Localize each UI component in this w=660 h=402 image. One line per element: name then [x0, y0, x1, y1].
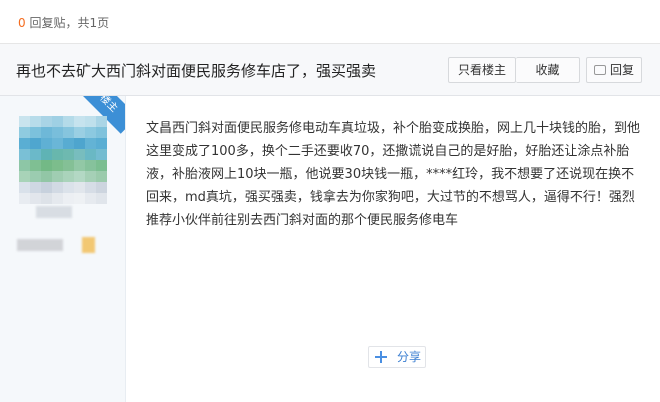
avatar-pixel — [85, 116, 96, 127]
page-suffix: 页 — [97, 16, 110, 30]
avatar-pixel — [63, 182, 74, 193]
avatar-pixel — [52, 171, 63, 182]
avatar-pixel — [74, 171, 85, 182]
thread-pager-bar: 0 回复贴，共1页 — [0, 0, 660, 44]
avatar-pixel — [19, 171, 30, 182]
avatar-pixel — [63, 149, 74, 160]
reply-button[interactable]: 回复 — [586, 57, 642, 83]
avatar-pixel — [85, 171, 96, 182]
post-content: 文昌西门斜对面便民服务修电动车真垃圾，补个胎变成换胎，网上几十块钱的胎，到他这里… — [146, 121, 641, 228]
avatar-pixel — [19, 138, 30, 149]
avatar-pixel — [52, 138, 63, 149]
avatar-pixel — [74, 138, 85, 149]
avatar-pixel — [30, 160, 41, 171]
avatar-pixel — [74, 193, 85, 204]
avatar-pixel — [30, 171, 41, 182]
reply-count: 0 — [18, 16, 26, 30]
avatar-pixel — [96, 171, 107, 182]
avatar-pixel — [96, 193, 107, 204]
avatar-pixel — [19, 160, 30, 171]
avatar-pixel — [52, 182, 63, 193]
avatar-pixel — [30, 182, 41, 193]
avatar-pixel — [52, 193, 63, 204]
avatar-pixel — [52, 116, 63, 127]
avatar-pixel — [30, 116, 41, 127]
avatar-pixel — [41, 171, 52, 182]
reply-count-suffix: 回复贴，共 — [29, 16, 90, 30]
reply-summary: 0 回复贴，共1页 — [18, 14, 109, 31]
avatar[interactable] — [19, 116, 107, 204]
page-count: 1 — [89, 16, 98, 30]
plus-icon — [375, 351, 387, 363]
avatar-pixel — [85, 127, 96, 138]
reply-button-label: 回复 — [609, 63, 634, 77]
avatar-pixel — [41, 116, 52, 127]
avatar-pixel — [19, 116, 30, 127]
thread-title: 再也不去矿大西门斜对面便民服务修车店了，强买强卖 — [16, 62, 377, 80]
avatar-pixel — [63, 127, 74, 138]
avatar-pixel — [85, 182, 96, 193]
avatar-pixel — [30, 138, 41, 149]
avatar-pixel — [52, 127, 63, 138]
avatar-pixel — [19, 127, 30, 138]
avatar-pixel — [74, 182, 85, 193]
avatar-pixel — [30, 127, 41, 138]
avatar-pixel — [96, 116, 107, 127]
post-floor: 楼主 文昌西门斜对面便民服务修电动车真垃圾，补个胎变成换胎，网上几十块钱的胎，到… — [0, 96, 660, 402]
thread-header: 再也不去矿大西门斜对面便民服务修车店了，强买强卖 只看楼主 收藏 回复 — [0, 44, 660, 96]
author-badge-icon — [82, 237, 95, 253]
share-button[interactable]: 分享 — [368, 346, 426, 368]
avatar-pixel — [19, 149, 30, 160]
only-owner-button[interactable]: 只看楼主 — [448, 57, 516, 83]
avatar-pixel — [19, 182, 30, 193]
avatar-pixel — [96, 160, 107, 171]
avatar-pixel — [63, 116, 74, 127]
avatar-pixel — [74, 116, 85, 127]
avatar-pixel — [96, 182, 107, 193]
share-label: 分享 — [397, 350, 422, 364]
avatar-pixel — [85, 193, 96, 204]
favorite-button[interactable]: 收藏 — [516, 57, 580, 83]
avatar-pixel — [96, 138, 107, 149]
avatar-pixel — [41, 138, 52, 149]
avatar-pixel — [96, 149, 107, 160]
author-panel: 楼主 — [0, 96, 126, 402]
avatar-pixel — [19, 193, 30, 204]
avatar-pixel — [74, 127, 85, 138]
avatar-pixel — [63, 160, 74, 171]
avatar-pixel — [41, 149, 52, 160]
avatar-pixel — [63, 193, 74, 204]
avatar-pixel — [96, 127, 107, 138]
avatar-pixel — [85, 160, 96, 171]
author-level-blurred — [17, 239, 63, 251]
avatar-pixel — [41, 160, 52, 171]
avatar-pixel — [52, 160, 63, 171]
author-name-blurred[interactable] — [36, 206, 72, 218]
avatar-pixel — [85, 149, 96, 160]
speech-bubble-icon — [593, 65, 606, 75]
avatar-pixel — [63, 171, 74, 182]
avatar-pixel — [41, 127, 52, 138]
avatar-pixel — [41, 193, 52, 204]
avatar-pixel — [30, 193, 41, 204]
avatar-pixel — [41, 182, 52, 193]
avatar-pixel — [74, 160, 85, 171]
avatar-pixel — [30, 149, 41, 160]
avatar-pixel — [85, 138, 96, 149]
avatar-pixel — [74, 149, 85, 160]
avatar-pixel — [63, 138, 74, 149]
avatar-pixel — [52, 149, 63, 160]
